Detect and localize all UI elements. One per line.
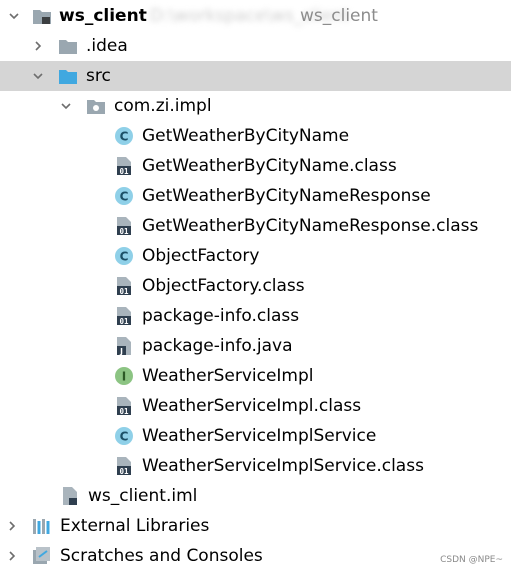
svg-text:01: 01 xyxy=(119,227,129,236)
svg-text:01: 01 xyxy=(119,317,129,326)
tree-row-file[interactable]: 01 ObjectFactory.class xyxy=(0,271,511,301)
tree-row-file[interactable]: C GetWeatherByCityName xyxy=(0,121,511,151)
binary-class-file-icon: 01 xyxy=(117,277,131,296)
file-label: WeatherServiceImplService.class xyxy=(142,456,424,476)
tree-row-file[interactable]: I WeatherServiceImpl xyxy=(0,361,511,391)
svg-text:C: C xyxy=(120,130,129,144)
folder-src-label: src xyxy=(86,66,111,86)
chevron-right-icon[interactable] xyxy=(32,40,44,52)
tree-row-file[interactable]: 01 package-info.class xyxy=(0,301,511,331)
binary-class-file-icon: 01 xyxy=(117,217,131,236)
tree-row-file[interactable]: J package-info.java xyxy=(0,331,511,361)
package-label: com.zi.impl xyxy=(114,96,212,116)
tree-row-root[interactable]: ws_client D:\workspace\ws_client ws_clie… xyxy=(0,1,511,31)
svg-text:C: C xyxy=(120,190,129,204)
tree-row-iml[interactable]: ws_client.iml xyxy=(0,481,511,511)
external-libraries-label: External Libraries xyxy=(60,516,210,536)
tree-row-idea[interactable]: .idea xyxy=(0,31,511,61)
svg-text:01: 01 xyxy=(119,287,129,296)
class-icon: C xyxy=(115,127,133,145)
tree-row-file[interactable]: C ObjectFactory xyxy=(0,241,511,271)
tree-row-package[interactable]: com.zi.impl xyxy=(0,91,511,121)
tree-row-file[interactable]: C WeatherServiceImplService xyxy=(0,421,511,451)
root-path: ws_client xyxy=(300,6,378,26)
folder-icon xyxy=(59,40,77,54)
chevron-down-icon[interactable] xyxy=(60,100,72,112)
tree-row-file[interactable]: 01 GetWeatherByCityName.class xyxy=(0,151,511,181)
chevron-right-icon[interactable] xyxy=(6,550,18,562)
binary-class-file-icon: 01 xyxy=(117,457,131,476)
source-folder-icon xyxy=(59,70,77,84)
tree-row-file[interactable]: C GetWeatherByCityNameResponse xyxy=(0,181,511,211)
file-label: package-info.java xyxy=(142,336,293,356)
class-icon: C xyxy=(115,187,133,205)
iml-file-label: ws_client.iml xyxy=(88,486,198,506)
java-file-icon: J xyxy=(117,337,131,356)
library-icon xyxy=(33,519,50,534)
package-icon xyxy=(87,100,105,114)
file-label: GetWeatherByCityNameResponse xyxy=(142,186,431,206)
scratches-icon xyxy=(33,547,50,564)
interface-icon: I xyxy=(115,367,133,385)
project-tree: ws_client D:\workspace\ws_client ws_clie… xyxy=(0,0,511,573)
file-label: ObjectFactory xyxy=(142,246,260,266)
svg-text:J: J xyxy=(119,347,123,356)
tree-row-external-libraries[interactable]: External Libraries xyxy=(0,511,511,541)
tree-row-file[interactable]: 01 WeatherServiceImpl.class xyxy=(0,391,511,421)
binary-class-file-icon: 01 xyxy=(117,157,131,176)
chevron-down-icon[interactable] xyxy=(32,70,44,82)
file-label: GetWeatherByCityName.class xyxy=(142,156,397,176)
svg-text:01: 01 xyxy=(119,407,129,416)
scratches-label: Scratches and Consoles xyxy=(60,546,263,566)
watermark: CSDN @NPE~ xyxy=(440,555,503,565)
binary-class-file-icon: 01 xyxy=(117,397,131,416)
tree-row-scratches[interactable]: Scratches and Consoles xyxy=(0,541,511,571)
tree-row-file[interactable]: 01 GetWeatherByCityNameResponse.class xyxy=(0,211,511,241)
module-folder-icon xyxy=(33,10,51,24)
file-label: WeatherServiceImpl.class xyxy=(142,396,362,416)
file-label: GetWeatherByCityNameResponse.class xyxy=(142,216,479,236)
class-icon: C xyxy=(115,247,133,265)
class-icon: C xyxy=(115,427,133,445)
binary-class-file-icon: 01 xyxy=(117,307,131,326)
svg-text:I: I xyxy=(122,370,126,384)
chevron-right-icon[interactable] xyxy=(6,520,18,532)
root-name: ws_client xyxy=(59,6,147,26)
file-label: WeatherServiceImpl xyxy=(142,366,314,386)
svg-text:C: C xyxy=(120,430,129,444)
svg-text:01: 01 xyxy=(119,467,129,476)
file-label: GetWeatherByCityName xyxy=(142,126,350,146)
svg-text:01: 01 xyxy=(119,167,129,176)
tree-row-src[interactable]: src xyxy=(0,61,511,91)
file-label: package-info.class xyxy=(142,306,300,326)
iml-file-icon xyxy=(63,487,77,505)
file-label: WeatherServiceImplService xyxy=(142,426,377,446)
svg-text:C: C xyxy=(120,250,129,264)
tree-row-file[interactable]: 01 WeatherServiceImplService.class xyxy=(0,451,511,481)
chevron-down-icon[interactable] xyxy=(8,10,20,22)
file-label: ObjectFactory.class xyxy=(142,276,305,296)
folder-idea-label: .idea xyxy=(86,36,128,56)
